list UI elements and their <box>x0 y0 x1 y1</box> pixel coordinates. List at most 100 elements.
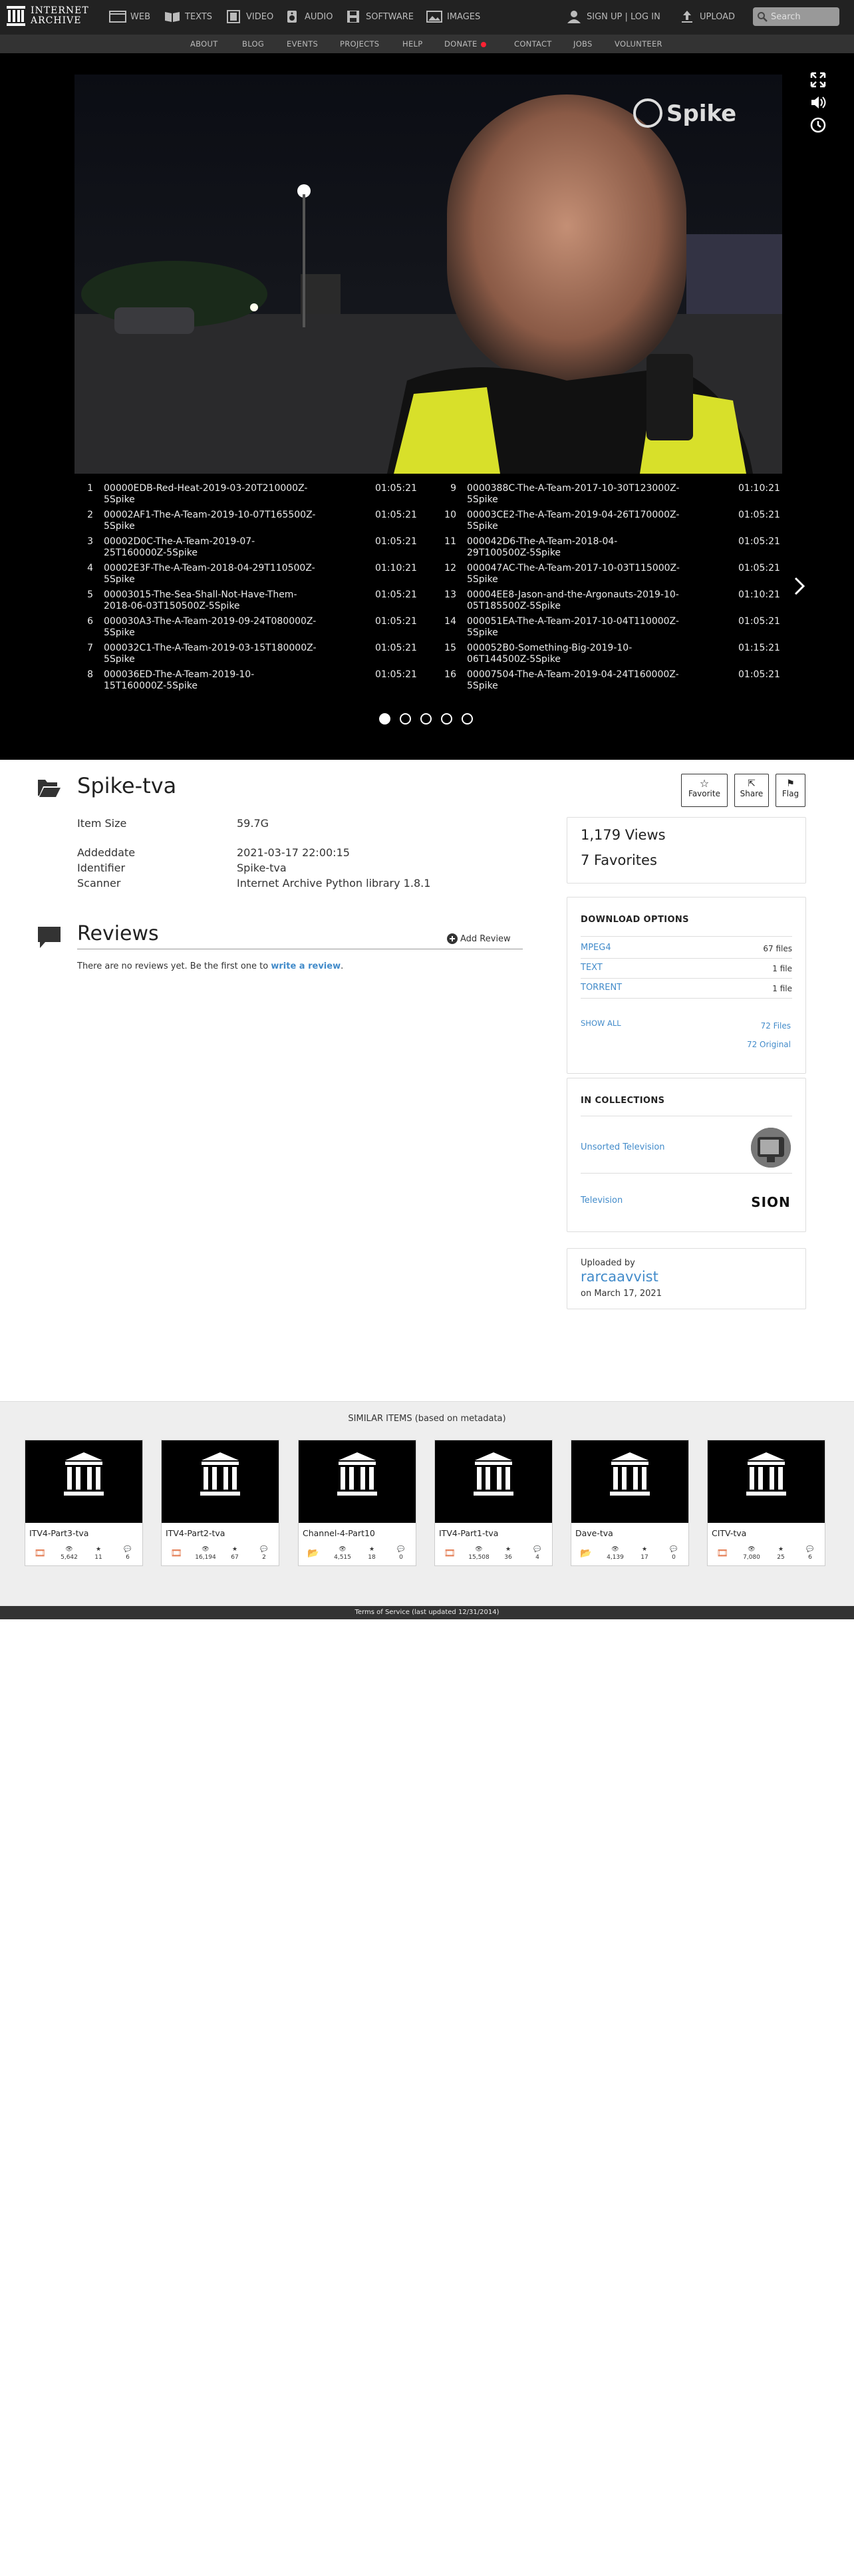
star-icon: ★ <box>95 1546 102 1553</box>
playlist-pager <box>379 713 473 724</box>
upload-date: on March 17, 2021 <box>581 1289 662 1299</box>
star-icon: ★ <box>778 1546 784 1553</box>
item-title[interactable]: ITV4-Part3-tva <box>29 1528 88 1538</box>
subnav-blog[interactable]: BLOG <box>242 39 264 49</box>
playlist-item-number: 15 <box>444 643 456 653</box>
subnav-donate[interactable]: DONATE <box>444 39 486 49</box>
playlist-item-duration: 01:05:21 <box>738 669 780 680</box>
subnav-volunteer[interactable]: VOLUNTEER <box>615 39 662 49</box>
subnav-contact[interactable]: CONTACT <box>514 39 552 49</box>
item-stats: 📂 👁 4,515 ★ 18 💬 0 <box>299 1541 416 1565</box>
share-label: Share <box>740 789 764 798</box>
pager-dot[interactable] <box>379 713 390 724</box>
pager-dot[interactable] <box>400 713 411 724</box>
item-title[interactable]: ITV4-Part1-tva <box>439 1528 498 1538</box>
pager-dot[interactable] <box>441 713 452 724</box>
collection-thumbnail[interactable]: SION <box>751 1182 791 1222</box>
favorites-value: 18 <box>368 1554 376 1561</box>
subnav-help[interactable]: HELP <box>402 39 422 49</box>
item-title[interactable]: Channel-4-Part10 <box>303 1528 375 1538</box>
nav-images[interactable]: IMAGES <box>426 9 480 25</box>
favorite-button[interactable]: ☆ Favorite <box>681 774 728 807</box>
pager-dot[interactable] <box>462 713 473 724</box>
collection-thumbnail[interactable] <box>751 1128 791 1168</box>
item-thumbnail[interactable] <box>571 1440 688 1523</box>
similar-item-card[interactable]: ITV4-Part2-tva 🎞 👁 16,194 ★ 67 💬 2 <box>161 1440 279 1566</box>
star-icon: ★ <box>368 1546 375 1553</box>
comment-icon: 💬 <box>533 1546 541 1553</box>
item-thumbnail[interactable] <box>25 1440 142 1523</box>
item-thumbnail[interactable] <box>435 1440 552 1523</box>
video-player[interactable]: Spike <box>74 75 782 474</box>
add-review-label: Add Review <box>460 933 511 944</box>
flag-button[interactable]: ⚑ Flag <box>776 774 805 807</box>
item-thumbnail[interactable] <box>299 1440 416 1523</box>
comment-icon: 💬 <box>806 1546 814 1553</box>
nav-audio[interactable]: AUDIO <box>283 9 333 25</box>
nav-video[interactable]: VIDEO <box>225 9 273 25</box>
download-format-link[interactable]: TORRENT <box>581 983 622 993</box>
playlist-item-duration: 01:10:21 <box>738 483 780 494</box>
playlist-item-number: 1 <box>87 483 93 494</box>
favorites-value: 11 <box>94 1554 102 1561</box>
subnav-jobs[interactable]: JOBS <box>573 39 593 49</box>
meta-value: Internet Archive Python library 1.8.1 <box>237 877 431 889</box>
show-all-link[interactable]: SHOW ALL <box>581 1019 621 1028</box>
playlist-item-duration: 01:05:21 <box>375 536 417 547</box>
playlist-item-number: 2 <box>87 510 93 520</box>
flag-label: Flag <box>782 789 799 798</box>
write-review-link[interactable]: write a review <box>271 961 341 971</box>
search-input[interactable] <box>771 11 837 22</box>
fullscreen-icon[interactable] <box>810 72 826 90</box>
playlist-item-duration: 01:10:21 <box>375 563 417 573</box>
clock-icon[interactable] <box>810 117 826 136</box>
subnav-projects[interactable]: PROJECTS <box>340 39 379 49</box>
similar-heading: SIMILAR ITEMS (based on metadata) <box>348 1414 506 1424</box>
views-count: 1,179 Views <box>581 827 666 843</box>
signup-login-link[interactable]: SIGN UP | LOG IN <box>565 9 660 25</box>
terms-link[interactable]: Terms of Service (last updated 12/31/201… <box>355 1609 499 1616</box>
similar-item-card[interactable]: ITV4-Part3-tva 🎞 👁 5,642 ★ 11 💬 6 <box>25 1440 143 1566</box>
playlist-item-number: 12 <box>444 563 456 573</box>
subnav-about[interactable]: ABOUT <box>190 39 218 49</box>
playlist-item-title: 000042D6-The-A-Team-2018-04-29T100500Z-5… <box>467 536 618 558</box>
subnav-events[interactable]: EVENTS <box>287 39 318 49</box>
similar-item-card[interactable]: Dave-tva 📂 👁 4,139 ★ 17 💬 0 <box>571 1440 689 1566</box>
playlist-item-number: 11 <box>444 536 456 547</box>
download-format-link[interactable]: TEXT <box>581 963 603 973</box>
plus-circle-icon <box>447 933 458 944</box>
item-title[interactable]: Dave-tva <box>575 1528 613 1538</box>
playlist-item-number: 9 <box>450 483 456 494</box>
internet-archive-logo[interactable]: INTERNET ARCHIVE <box>7 6 89 26</box>
share-button[interactable]: ⇱ Share <box>734 774 769 807</box>
similar-item-card[interactable]: ITV4-Part1-tva 🎞 👁 15,508 ★ 36 💬 4 <box>434 1440 553 1566</box>
nav-web[interactable]: WEB <box>109 9 150 25</box>
next-arrow-icon[interactable] <box>793 576 806 599</box>
files-link[interactable]: 72 Files <box>761 1021 791 1031</box>
eye-icon: 👁 <box>65 1546 73 1553</box>
nav-texts[interactable]: TEXTS <box>164 9 212 25</box>
uploader-link[interactable]: rarcaavvist <box>581 1269 658 1285</box>
similar-item-card[interactable]: CITV-tva 🎞 👁 7,080 ★ 25 💬 6 <box>707 1440 825 1566</box>
favorites-stat: ★ 17 <box>630 1545 659 1561</box>
nav-software[interactable]: SOFTWARE <box>345 9 414 25</box>
item-title: Spike-tva <box>77 773 177 798</box>
collection-link-unsorted[interactable]: Unsorted Television <box>581 1142 665 1152</box>
item-stats: 🎞 👁 5,642 ★ 11 💬 6 <box>25 1541 142 1565</box>
item-title[interactable]: CITV-tva <box>712 1528 746 1538</box>
item-thumbnail[interactable] <box>708 1440 825 1523</box>
download-format-link[interactable]: MPEG4 <box>581 943 611 953</box>
nav-images-label: IMAGES <box>447 11 481 22</box>
playlist-item-duration: 01:05:21 <box>375 669 417 680</box>
collection-link-television[interactable]: Television <box>581 1196 623 1206</box>
item-title[interactable]: ITV4-Part2-tva <box>166 1528 225 1538</box>
add-review-button[interactable]: Add Review <box>447 933 511 944</box>
upload-link[interactable]: UPLOAD <box>678 9 735 25</box>
original-link[interactable]: 72 Original <box>747 1040 791 1049</box>
playlist-item-title: 000032C1-The-A-Team-2019-03-15T180000Z-5… <box>104 643 317 665</box>
similar-item-card[interactable]: Channel-4-Part10 📂 👁 4,515 ★ 18 💬 0 <box>298 1440 416 1566</box>
volume-icon[interactable] <box>810 94 826 113</box>
item-thumbnail[interactable] <box>162 1440 279 1523</box>
search-icon[interactable] <box>757 11 768 22</box>
pager-dot[interactable] <box>420 713 432 724</box>
